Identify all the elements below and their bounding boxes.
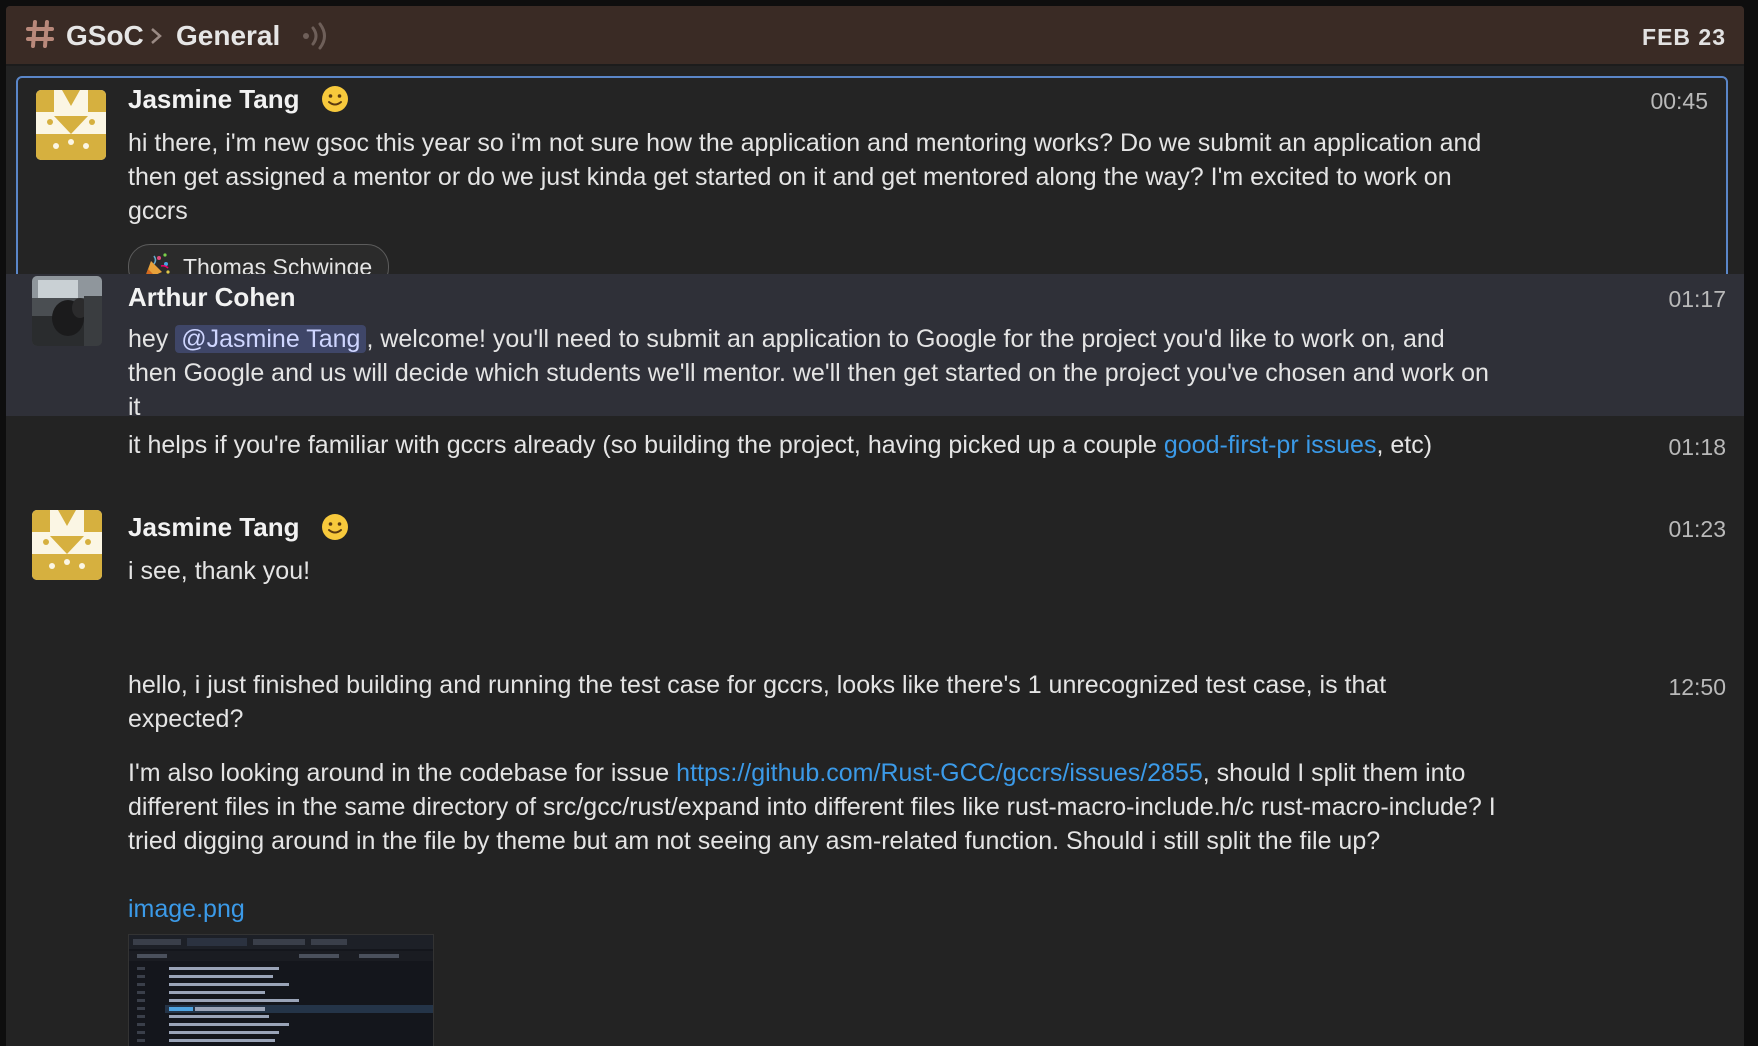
photo-avatar	[32, 276, 102, 346]
date-separator: FEB 23	[1642, 24, 1726, 50]
timestamp: 01:18	[1668, 434, 1726, 460]
slightly-smiling-face-emoji	[321, 514, 348, 540]
issues-link[interactable]: good-first-pr issues	[1164, 431, 1377, 459]
chat-window: GSoC General FEB 23 Jasmine Tang 00:45 h…	[6, 6, 1744, 1046]
avatar[interactable]	[36, 90, 106, 160]
identicon-avatar	[32, 510, 102, 580]
message-body: I'm also looking around in the codebase …	[128, 759, 1496, 855]
message-body: hello, i just finished building and runn…	[128, 671, 1387, 733]
chevron-right-icon	[151, 28, 162, 44]
speaker-icon[interactable]	[300, 22, 334, 50]
timestamp: 12:50	[1668, 674, 1726, 700]
message-event-continuation[interactable]: 01:18 it helps if you're familiar with g…	[6, 420, 1744, 492]
message-body: hey @Jasmine Tang, welcome! you'll need …	[128, 325, 1489, 421]
hash-icon	[26, 20, 54, 48]
identicon-avatar	[36, 90, 106, 160]
breadcrumb-room[interactable]: General	[176, 20, 280, 52]
user-mention-pill[interactable]: @Jasmine Tang	[175, 325, 367, 353]
message-body: hi there, i'm new gsoc this year so i'm …	[128, 129, 1482, 225]
breadcrumb-space[interactable]: GSoC	[66, 20, 144, 52]
message-event[interactable]: Arthur Cohen 01:17 hey @Jasmine Tang, we…	[6, 274, 1744, 421]
sender-name[interactable]: Jasmine Tang	[128, 82, 349, 116]
message-event-selected[interactable]: Jasmine Tang 00:45 hi there, i'm new gso…	[16, 76, 1728, 300]
message-body: i see, thank you!	[128, 557, 311, 585]
avatar[interactable]	[32, 510, 102, 580]
code-editor-screenshot	[129, 935, 433, 1046]
avatar[interactable]	[32, 276, 102, 346]
message-event-continuation[interactable]: 12:50 hello, i just finished building an…	[6, 666, 1744, 740]
sender-name[interactable]: Arthur Cohen	[128, 280, 296, 314]
room-header: GSoC General FEB 23	[6, 6, 1744, 66]
timestamp: 00:45	[1650, 88, 1708, 114]
message-body: it helps if you're familiar with gccrs a…	[128, 431, 1433, 459]
image-attachment-thumbnail[interactable]	[128, 934, 434, 1046]
slightly-smiling-face-emoji	[321, 86, 348, 112]
sender-name[interactable]: Jasmine Tang	[128, 510, 349, 544]
attachment-filename-link[interactable]: image.png	[128, 892, 245, 926]
timestamp: 01:23	[1668, 516, 1726, 542]
github-issue-link[interactable]: https://github.com/Rust-GCC/gccrs/issues…	[676, 759, 1203, 787]
timestamp: 01:17	[1668, 286, 1726, 312]
message-event[interactable]: Jasmine Tang 01:23 i see, thank you!	[6, 498, 1744, 585]
